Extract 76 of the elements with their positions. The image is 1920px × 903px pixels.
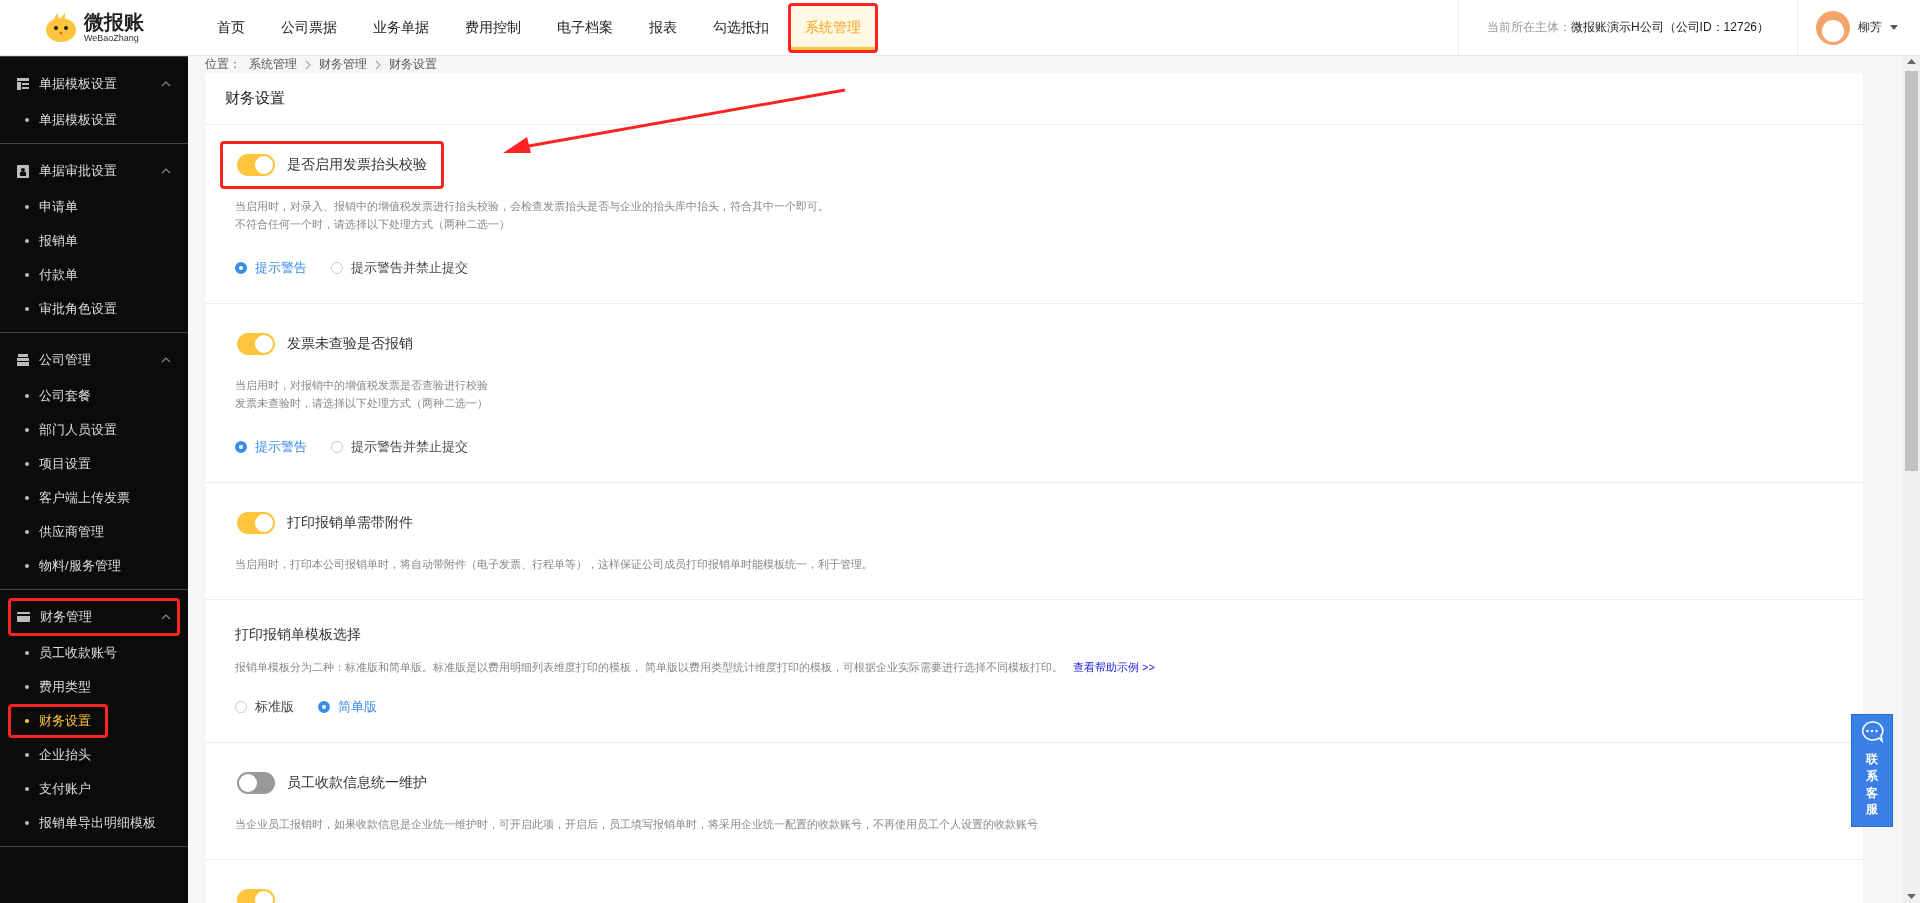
sidebar-group-header[interactable]: 公司管理 [8, 341, 180, 379]
setting-title: 发票未查验是否报销 [287, 335, 413, 353]
chat-icon [1860, 721, 1884, 743]
logo-subtext: WeBaoZhang [84, 34, 140, 43]
nav-tab[interactable]: 勾选抵扣 [696, 2, 786, 53]
radio-option[interactable]: 提示警告 [235, 438, 307, 456]
layout-icon [17, 78, 29, 90]
help-link[interactable]: 查看帮助示例 >> [1073, 658, 1155, 676]
nav-tab[interactable]: 业务单据 [356, 2, 446, 53]
chevron-icon [375, 59, 381, 70]
nav-tab[interactable]: 电子档案 [540, 2, 630, 53]
sidebar-item[interactable]: 费用类型 [8, 670, 108, 704]
chevron-icon [305, 59, 311, 70]
sidebar-item[interactable]: 报销单 [8, 224, 95, 258]
breadcrumb-label: 位置： [205, 56, 241, 73]
setting-description: 当启用时，打印本公司报销单时，将自动带附件（电子发票、行程单等），这样保证公司成员打印报销单时能模板统一，利于管理。 [235, 557, 873, 572]
nav-tab[interactable]: 公司票据 [264, 2, 354, 53]
contact-service-button[interactable]: 联系客服 [1851, 714, 1893, 828]
sidebar-group-header[interactable]: 财务管理 [8, 598, 180, 636]
user-name: 柳芳 [1858, 19, 1882, 36]
setting-description: 报销单模板分为二种：标准版和简单版。标准版是以费用明细列表维度打印的模板， 简单版以费用类型统计维度打印的模板，可根据企业实际需要进行选择不同模板打印。 [235, 660, 1064, 675]
toggle-switch[interactable] [237, 333, 275, 355]
radio-option[interactable]: 提示警告 [235, 259, 307, 277]
sidebar-item[interactable]: 付款单 [8, 258, 95, 292]
radio-option[interactable]: 简单版 [318, 698, 377, 716]
chevron-icon [161, 357, 171, 363]
logo-text: 微报账 [84, 12, 144, 32]
setting-title: 打印报销单需带附件 [287, 514, 413, 532]
sidebar-item[interactable]: 报销单导出明细模板 [8, 806, 173, 840]
setting-description: 当启用时，对录入、报销中的增值税发票进行抬头校验，会检查发票抬头是否与企业的抬头库中抬头，符合其中一个即可。 [235, 199, 829, 214]
setting-title: 是否启用发票抬头校验 [287, 156, 427, 174]
sidebar-item[interactable]: 公司套餐 [8, 379, 108, 413]
sidebar-item[interactable]: 员工收款账号 [8, 636, 134, 670]
sidebar-item[interactable]: 审批角色设置 [8, 292, 134, 326]
sidebar-item[interactable]: 支付账户 [8, 772, 108, 806]
breadcrumb-item[interactable]: 系统管理 [249, 56, 297, 73]
sidebar-item[interactable]: 申请单 [8, 190, 95, 224]
setting-description: 当企业员工报销时，如果收款信息是企业统一维护时，可开启此项，开启后，员工填写报销单时，将采用企业统一配置的收款账号，不再使用员工个人设置的收款账号 [235, 817, 1038, 832]
sidebar-item[interactable]: 单据模板设置 [8, 103, 134, 137]
sidebar-item[interactable]: 项目设置 [8, 447, 108, 481]
setting-title: 打印报销单模板选择 [235, 626, 362, 644]
setting-description: 当启用时，对报销中的增值税发票是否查验进行校验 [235, 378, 488, 393]
chevron-icon [161, 168, 171, 174]
toggle-switch[interactable] [237, 772, 275, 794]
nav-tab[interactable]: 费用控制 [448, 2, 538, 53]
entity-value: 微报账演示H公司（公司ID：12726） [1570, 19, 1769, 36]
sidebar-group-header[interactable]: 单据审批设置 [8, 152, 180, 190]
caret-icon[interactable] [1890, 25, 1898, 30]
entity-label: 当前所在主体： [1486, 19, 1571, 36]
avatar-icon[interactable] [1816, 10, 1850, 45]
toggle-switch[interactable] [237, 512, 275, 534]
card-title: 财务设置 [205, 73, 1863, 125]
nav-tab[interactable]: 首页 [200, 2, 262, 53]
nav-tab[interactable]: 报表 [632, 2, 694, 53]
cabinet-icon [17, 354, 29, 366]
breadcrumb-item[interactable]: 财务设置 [389, 56, 437, 73]
radio-option[interactable]: 提示警告并禁止提交 [331, 259, 468, 277]
sidebar-item[interactable]: 供应商管理 [8, 515, 121, 549]
sidebar-item[interactable]: 客户端上传发票 [8, 481, 147, 515]
sidebar-group-header[interactable]: 单据模板设置 [8, 65, 180, 103]
radio-option[interactable]: 标准版 [235, 698, 294, 716]
radio-option[interactable]: 提示警告并禁止提交 [331, 438, 468, 456]
chick-logo-icon [44, 12, 78, 43]
sidebar-item[interactable]: 物料/服务管理 [8, 549, 138, 583]
setting-description: 不符合任何一个时，请选择以下处理方式（两种二选一） [235, 217, 510, 232]
sidebar-item[interactable]: 企业抬头 [8, 738, 108, 772]
chevron-icon [161, 81, 171, 87]
chevron-icon [161, 614, 171, 620]
sidebar-item[interactable]: 部门人员设置 [8, 413, 134, 447]
sidebar-item[interactable]: 财务设置 [8, 704, 108, 738]
lock-icon [17, 164, 29, 178]
breadcrumb-item[interactable]: 财务管理 [319, 56, 367, 73]
setting-title: 员工收款信息统一维护 [287, 774, 427, 792]
card-icon [17, 612, 30, 622]
toggle-switch[interactable] [237, 154, 275, 176]
setting-description: 发票未查验时，请选择以下处理方式（两种二选一） [235, 396, 488, 411]
